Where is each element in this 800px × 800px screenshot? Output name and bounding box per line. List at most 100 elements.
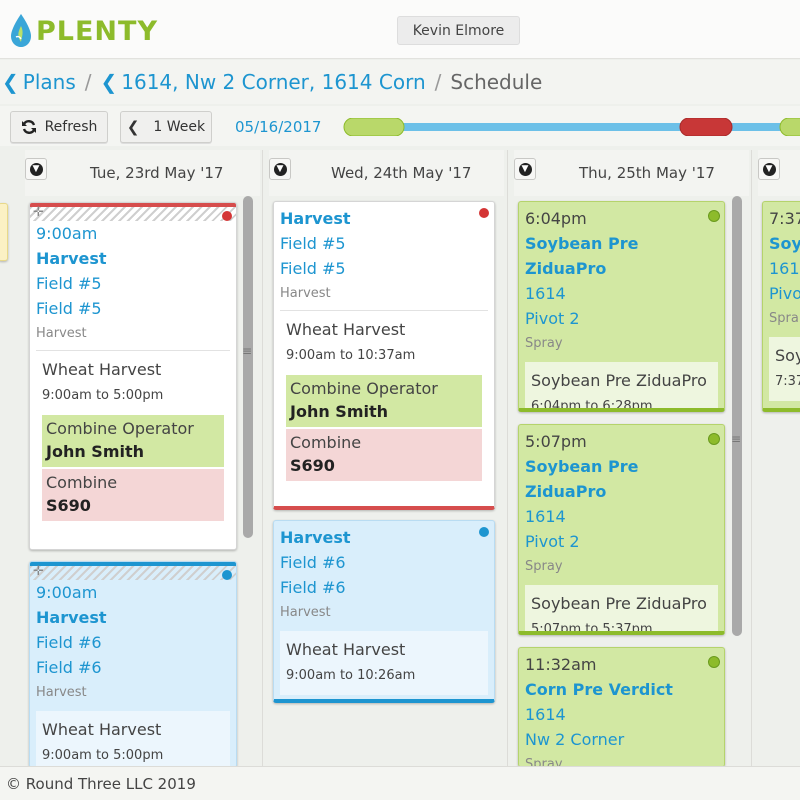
breadcrumb-current: Schedule	[450, 70, 543, 94]
download-button[interactable]: ▼	[269, 158, 291, 180]
day-header-tue: ▼ Tue, 23rd May '17	[25, 150, 260, 196]
role-assignment[interactable]: Combine Operator John Smith	[42, 415, 224, 467]
role-assignment[interactable]: Combine Operator John Smith	[286, 375, 482, 427]
download-icon: ▼	[29, 162, 43, 176]
equipment-assignment[interactable]: Combine S690	[42, 469, 224, 521]
event-card[interactable]: Harvest Field #5 Field #5 Harvest Wheat …	[273, 201, 495, 510]
event-type: Harvest	[280, 605, 331, 620]
event-field: Field #5	[280, 259, 346, 278]
breadcrumb-plans[interactable]: ❮ Plans	[2, 70, 76, 94]
column-divider	[507, 150, 508, 766]
event-title: Soybean Pre ZiduaPro	[525, 457, 639, 501]
chevron-left-icon: ❮	[2, 70, 19, 94]
role-value: John Smith	[290, 402, 389, 421]
event-type: Harvest	[36, 685, 87, 700]
drag-grip-icon[interactable]: ≡	[242, 344, 252, 358]
refresh-icon	[21, 120, 36, 134]
drag-handle[interactable]: ✛	[30, 203, 236, 221]
task-block[interactable]: Soybean Pre ZiduaPro 6:04pm to 6:28pm	[525, 362, 718, 408]
task-name: Wheat Harvest	[286, 640, 406, 659]
column-scrollbar[interactable]	[732, 196, 742, 636]
event-card[interactable]: 5:07pm Soybean Pre ZiduaPro 1614 Pivot 2…	[518, 424, 725, 635]
drag-grip-icon[interactable]: ≡	[731, 432, 741, 446]
current-date[interactable]: 05/16/2017	[235, 118, 321, 136]
task-name: Soybean Pre ZiduaPro	[531, 594, 707, 613]
user-name-button[interactable]: Kevin Elmore	[397, 16, 520, 45]
refresh-button[interactable]: Refresh	[10, 111, 108, 143]
task-time: 9:00am to 10:26am	[286, 668, 416, 683]
event-field: 161	[769, 259, 800, 278]
event-field: 1614	[525, 284, 566, 303]
task-block[interactable]: Wheat Harvest 9:00am to 5:00pm Combine O…	[36, 350, 230, 527]
week-range-button[interactable]: ❮ 1 Week	[120, 111, 212, 143]
day-title: Tue, 23rd May '17	[90, 164, 224, 182]
event-time: 6:04pm	[525, 209, 587, 228]
event-field: Field #5	[36, 274, 102, 293]
role-label: Combine Operator	[46, 419, 194, 438]
status-dot-icon	[222, 570, 232, 580]
event-card[interactable]: 11:32am Corn Pre Verdict 1614 Nw 2 Corne…	[518, 647, 725, 767]
status-dot-icon	[479, 527, 489, 537]
breadcrumb-plan-label: 1614, Nw 2 Corner, 1614 Corn	[121, 70, 426, 94]
download-icon: ▼	[762, 162, 776, 176]
event-card[interactable]: 6:04pm Soybean Pre ZiduaPro 1614 Pivot 2…	[518, 201, 725, 412]
event-card-partial[interactable]	[0, 203, 8, 261]
day-header-wed: ▼ Wed, 24th May '17	[269, 150, 504, 196]
role-label: Combine Operator	[290, 379, 438, 398]
plenty-logo[interactable]: PLENTY	[8, 10, 158, 52]
status-dot-icon	[708, 656, 720, 668]
task-block[interactable]: Wheat Harvest 9:00am to 10:37am Combine …	[280, 310, 488, 487]
column-divider	[262, 150, 263, 766]
task-name: Soy	[775, 346, 800, 365]
day-header-thu: ▼ Thu, 25th May '17	[514, 150, 749, 196]
move-icon: ✛	[33, 205, 44, 220]
event-field: Field #5	[36, 299, 102, 318]
download-button[interactable]: ▼	[758, 158, 780, 180]
drag-handle[interactable]: ✛	[30, 562, 236, 580]
download-button[interactable]: ▼	[25, 158, 47, 180]
breadcrumb-separator: /	[434, 70, 442, 94]
event-title: Harvest	[36, 608, 107, 627]
task-block[interactable]: Soy 7:37	[769, 337, 800, 401]
event-title: Harvest	[280, 209, 351, 228]
timeline-slider[interactable]	[340, 118, 800, 136]
status-dot-icon	[708, 433, 720, 445]
download-icon: ▼	[518, 162, 532, 176]
event-field: Pivot 2	[525, 532, 580, 551]
week-range-label: 1 Week	[153, 119, 206, 135]
breadcrumb-plans-label: Plans	[22, 70, 76, 94]
app-header: PLENTY Kevin Elmore	[0, 0, 800, 59]
equipment-assignment[interactable]: Combine S690	[286, 429, 482, 481]
task-block[interactable]: Wheat Harvest 9:00am to 10:26am	[280, 631, 488, 695]
equipment-value: S690	[290, 456, 335, 475]
task-time: 9:00am to 5:00pm	[42, 748, 164, 763]
equipment-value: S690	[46, 496, 91, 515]
event-title: Soy	[769, 234, 800, 253]
task-time: 9:00am to 5:00pm	[42, 388, 164, 403]
event-title: Harvest	[36, 249, 107, 268]
breadcrumb-plan[interactable]: ❮ 1614, Nw 2 Corner, 1614 Corn	[100, 70, 425, 94]
equipment-label: Combine	[290, 433, 362, 452]
breadcrumb: ❮ Plans / ❮ 1614, Nw 2 Corner, 1614 Corn…	[0, 60, 800, 104]
event-field: 1614	[525, 705, 566, 724]
task-block[interactable]: Soybean Pre ZiduaPro 5:07pm to 5:37pm	[525, 585, 718, 631]
event-card[interactable]: Harvest Field #6 Field #6 Harvest Wheat …	[273, 520, 495, 703]
event-card-partial[interactable]: 7:37 Soy 161 Pivo Spra Soy 7:37	[762, 201, 800, 412]
copyright-text: © Round Three LLC 2019	[6, 774, 196, 793]
download-button[interactable]: ▼	[514, 158, 536, 180]
task-name: Wheat Harvest	[42, 720, 162, 739]
chevron-left-icon: ❮	[126, 118, 140, 136]
event-type: Spray	[525, 757, 563, 767]
status-dot-icon	[222, 211, 232, 221]
column-scrollbar[interactable]	[243, 196, 253, 538]
event-card[interactable]: ✛ 9:00am Harvest Field #6 Field #6 Harve…	[29, 561, 237, 768]
event-field: Field #5	[280, 234, 346, 253]
task-time: 7:37	[775, 374, 800, 389]
event-time: 11:32am	[525, 655, 597, 674]
refresh-label: Refresh	[44, 119, 98, 135]
event-time: 9:00am	[36, 224, 98, 243]
day-title: Wed, 24th May '17	[331, 164, 472, 182]
task-block[interactable]: Wheat Harvest 9:00am to 5:00pm	[36, 711, 230, 767]
event-card[interactable]: ✛ 9:00am Harvest Field #5 Field #5 Harve…	[29, 202, 237, 550]
event-field: Field #6	[36, 658, 102, 677]
